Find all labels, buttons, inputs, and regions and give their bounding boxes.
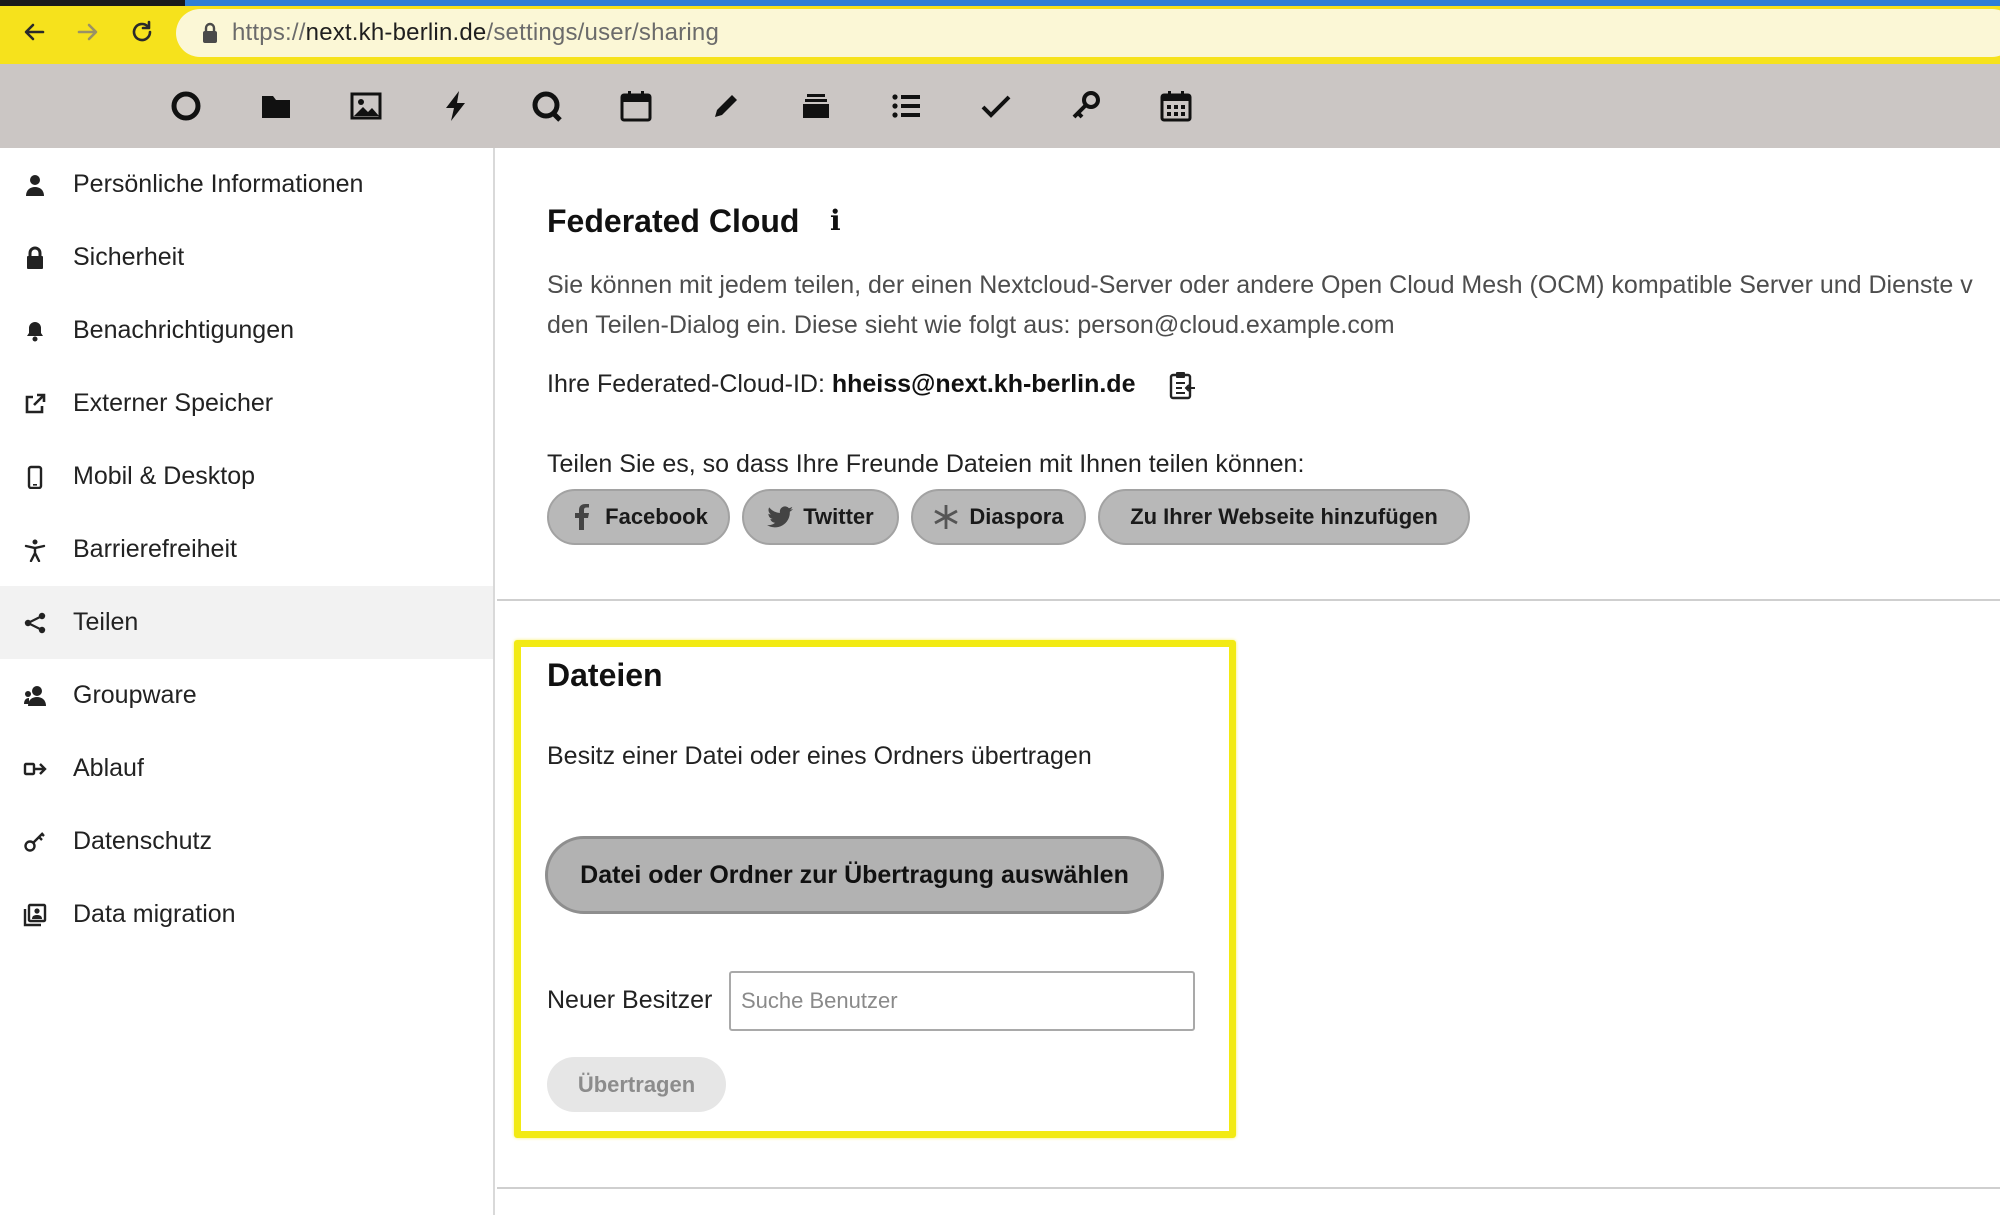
migration-icon (20, 900, 50, 930)
sidebar-item-privacy[interactable]: Datenschutz (0, 805, 493, 878)
sidebar-item-label: Benachrichtigungen (73, 316, 294, 344)
sidebar-item-label: Teilen (73, 608, 139, 636)
add-to-website-button[interactable]: Zu Ihrer Webseite hinzufügen (1098, 489, 1470, 545)
facebook-button[interactable]: Facebook (547, 489, 730, 545)
tasks-check-icon[interactable] (974, 84, 1018, 128)
federated-description-line1: Sie können mit jedem teilen, der einen N… (547, 271, 1973, 299)
sidebar-item-notifications[interactable]: Benachrichtigungen (0, 294, 493, 367)
section-divider (497, 599, 2000, 601)
sidebar-item-label: Barrierefreiheit (73, 535, 237, 563)
notes-icon[interactable] (704, 84, 748, 128)
files-icon[interactable] (254, 84, 298, 128)
sidebar-item-groupware[interactable]: Groupware (0, 659, 493, 732)
files-section-title: Dateien (547, 657, 663, 693)
person-icon (20, 170, 50, 200)
diaspora-button[interactable]: Diaspora (911, 489, 1086, 545)
sidebar-item-label: Groupware (73, 681, 197, 709)
talk-icon[interactable] (524, 84, 568, 128)
url-text: https://next.kh-berlin.de/settings/user/… (232, 19, 719, 47)
transfer-button[interactable]: Übertragen (547, 1057, 726, 1112)
twitter-button[interactable]: Twitter (742, 489, 899, 545)
sidebar-item-label: Datenschutz (73, 827, 212, 855)
reload-icon[interactable] (124, 14, 160, 50)
sidebar-item-external-storage[interactable]: Externer Speicher (0, 367, 493, 440)
browser-toolbar: https://next.kh-berlin.de/settings/user/… (0, 0, 2000, 64)
diaspora-asterisk-icon (933, 504, 959, 530)
flow-icon (20, 754, 50, 784)
app-navigation (0, 64, 2000, 148)
external-link-icon (20, 389, 50, 419)
browser-tab-strip (0, 0, 2000, 6)
sidebar-item-security[interactable]: Sicherheit (0, 221, 493, 294)
info-icon[interactable]: i (830, 204, 841, 237)
address-bar[interactable]: https://next.kh-berlin.de/settings/user/… (176, 9, 2000, 57)
forward-arrow-icon[interactable] (70, 14, 106, 50)
files-transfer-subtitle: Besitz einer Datei oder eines Ordners üb… (547, 742, 1092, 770)
deck-icon[interactable] (794, 84, 838, 128)
select-file-or-folder-button[interactable]: Datei oder Ordner zur Übertragung auswäh… (545, 836, 1164, 914)
federated-description-line2: den Teilen-Dialog ein. Diese sieht wie f… (547, 311, 1395, 339)
federated-id-label: Ihre Federated-Cloud-ID: (547, 370, 825, 398)
sidebar-item-data-migration[interactable]: Data migration (0, 878, 493, 951)
federated-id-row: Ihre Federated-Cloud-ID: hheiss@next.kh-… (547, 370, 1135, 399)
activity-icon[interactable] (434, 84, 478, 128)
section-divider-bottom (497, 1187, 2000, 1189)
facebook-icon (569, 504, 595, 530)
dashboard-icon[interactable] (164, 84, 208, 128)
share-icon (20, 608, 50, 638)
key-icon (20, 827, 50, 857)
add-to-website-label: Zu Ihrer Webseite hinzufügen (1130, 504, 1438, 529)
sidebar-item-personal-info[interactable]: Persönliche Informationen (0, 148, 493, 221)
sidebar-item-accessibility[interactable]: Barrierefreiheit (0, 513, 493, 586)
tasks-list-icon[interactable] (884, 84, 928, 128)
twitter-label: Twitter (803, 504, 874, 529)
federated-id-value: hheiss@next.kh-berlin.de (831, 370, 1136, 398)
settings-sidebar: Persönliche Informationen Sicherheit Ben… (0, 148, 495, 1215)
sidebar-item-flow[interactable]: Ablauf (0, 732, 493, 805)
active-tab-indicator (0, 0, 185, 6)
url-scheme: https:// (232, 19, 306, 46)
calendar-grid-icon[interactable] (1154, 84, 1198, 128)
phone-icon (20, 462, 50, 492)
new-owner-search-input[interactable] (729, 971, 1195, 1031)
padlock-icon (203, 22, 217, 43)
bell-icon (20, 316, 50, 346)
sidebar-item-label: Data migration (73, 900, 236, 928)
copy-clipboard-icon[interactable] (1168, 370, 1196, 400)
calendar-icon[interactable] (614, 84, 658, 128)
twitter-icon (767, 504, 794, 530)
sidebar-item-label: Ablauf (73, 754, 144, 782)
sidebar-item-label: Persönliche Informationen (73, 170, 364, 198)
sidebar-item-label: Sicherheit (73, 243, 185, 271)
sidebar-item-mobile-desktop[interactable]: Mobil & Desktop (0, 440, 493, 513)
url-path: /settings/user/sharing (486, 19, 720, 46)
facebook-label: Facebook (605, 504, 708, 529)
photos-icon[interactable] (344, 84, 388, 128)
sidebar-item-label: Externer Speicher (73, 389, 274, 417)
federated-cloud-title: Federated Cloud (547, 203, 800, 239)
new-owner-label: Neuer Besitzer (547, 986, 713, 1014)
share-prompt: Teilen Sie es, so dass Ihre Freunde Date… (547, 450, 1305, 478)
url-host: next.kh-berlin.de (305, 19, 487, 46)
lock-icon (20, 243, 50, 273)
sidebar-item-label: Mobil & Desktop (73, 462, 256, 490)
back-arrow-icon[interactable] (16, 14, 52, 50)
passwords-icon[interactable] (1064, 84, 1108, 128)
accessibility-icon (20, 535, 50, 565)
group-icon (20, 681, 50, 711)
sidebar-item-sharing[interactable]: Teilen (0, 586, 493, 659)
diaspora-label: Diaspora (969, 504, 1064, 529)
